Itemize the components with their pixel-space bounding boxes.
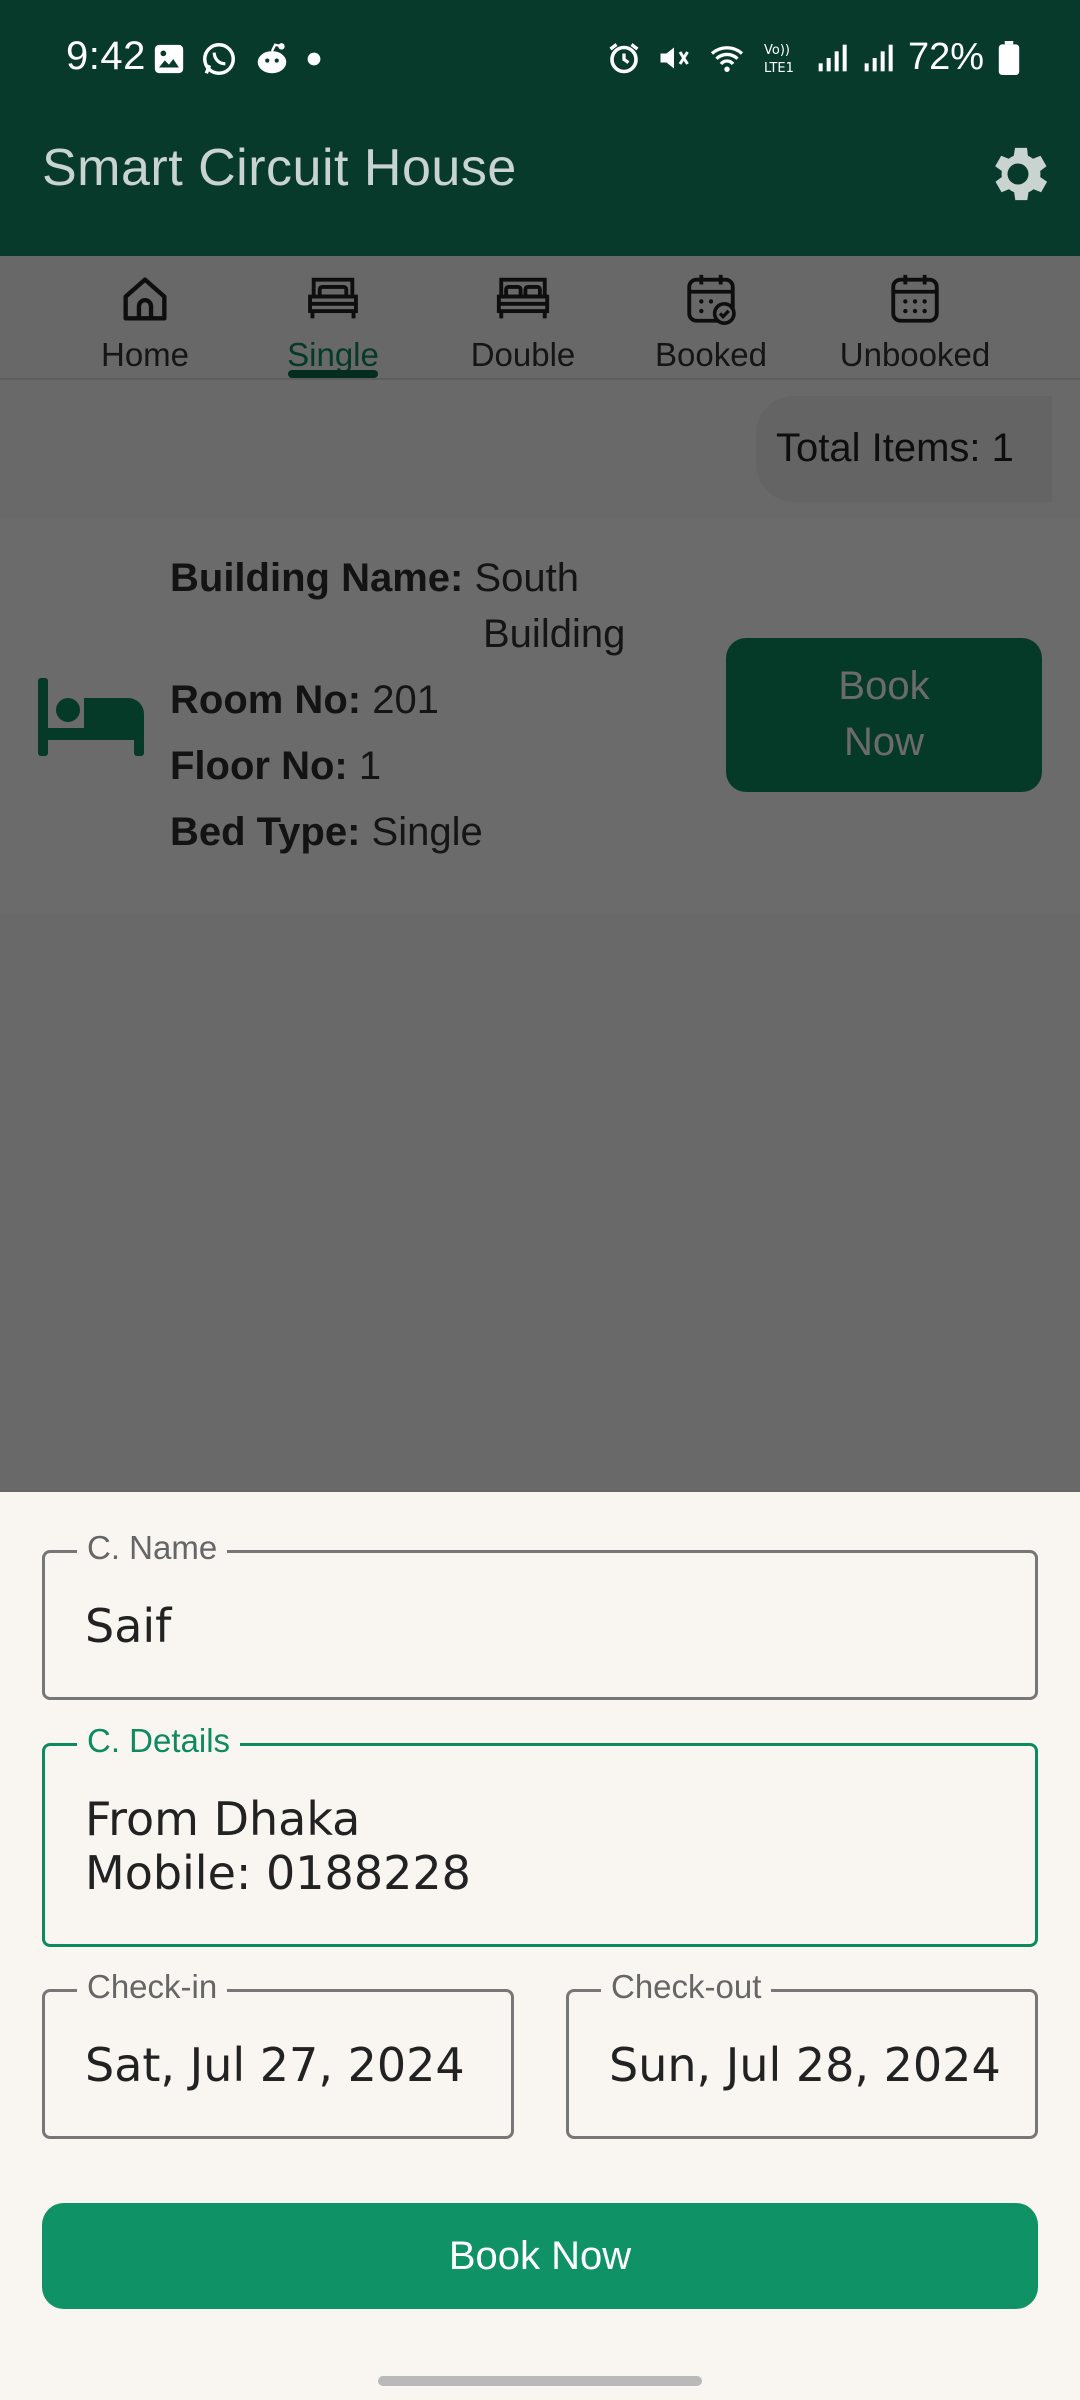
- name-field[interactable]: C. Name Saif: [42, 1529, 1038, 1700]
- tab-home[interactable]: Home: [60, 270, 230, 380]
- home-icon: [123, 277, 167, 321]
- system-icons: Vo)) LTE1 72%: [606, 36, 1020, 79]
- home-indicator[interactable]: [378, 2376, 702, 2386]
- room-row: Room No: 201: [170, 678, 439, 723]
- settings-button[interactable]: [982, 138, 1054, 210]
- mute-icon: [660, 47, 689, 68]
- room-label: Room No:: [170, 678, 362, 722]
- room-value: 201: [372, 678, 439, 722]
- tab-booked[interactable]: Booked: [626, 270, 796, 380]
- checkout-field-value: Sun, Jul 28, 2024: [609, 2038, 1001, 2092]
- checkout-field[interactable]: Check-out Sun, Jul 28, 2024: [566, 1968, 1038, 2139]
- gear-icon: [995, 147, 1048, 201]
- app-screen: 9:42 Vo)) LTE1 72% Smart Circuit House H…: [0, 0, 1080, 2400]
- tab-single[interactable]: Single: [248, 270, 418, 380]
- calendar-check-icon: [687, 274, 736, 325]
- details-line1: From Dhaka: [85, 1792, 361, 1846]
- bed-icon: [38, 678, 144, 756]
- details-field[interactable]: C. Details From Dhaka Mobile: 0188228: [42, 1722, 1038, 1947]
- whatsapp-icon: [203, 43, 235, 75]
- bed-value: Single: [371, 810, 483, 854]
- tab-label: Double: [470, 336, 576, 373]
- book-label-line1: Book: [838, 664, 930, 708]
- notification-icons: [152, 40, 322, 78]
- checkin-field[interactable]: Check-in Sat, Jul 27, 2024: [42, 1968, 514, 2139]
- app-bar: Smart Circuit House: [0, 120, 1080, 256]
- room-list: Total Items: 1 Building Name: South Buil…: [0, 380, 1080, 1490]
- svg-text:LTE1: LTE1: [764, 61, 794, 76]
- status-bar: 9:42 Vo)) LTE1 72%: [0, 0, 1080, 120]
- double-bed-icon: [496, 277, 550, 319]
- room-card: Building Name: South Building Room No: 2…: [0, 518, 1080, 914]
- details-line2: Mobile: 0188228: [85, 1846, 471, 1900]
- building-row: Building Name: South: [170, 556, 579, 601]
- signal-icon: [864, 44, 893, 71]
- checkin-field-value: Sat, Jul 27, 2024: [85, 2038, 465, 2092]
- book-label-line2: Now: [843, 720, 925, 764]
- app-title: Smart Circuit House: [42, 139, 517, 197]
- bed-label: Bed Type:: [170, 810, 361, 854]
- card-book-now-button[interactable]: Book Now: [726, 638, 1042, 792]
- total-items-label: Total Items: 1: [776, 426, 1014, 470]
- tab-unbooked[interactable]: Unbooked: [830, 270, 1000, 380]
- name-field-label: C. Name: [77, 1529, 228, 1567]
- name-field-value: Saif: [85, 1599, 172, 1653]
- dot-icon: [307, 52, 321, 66]
- active-tab-indicator: [288, 370, 378, 378]
- building-label: Building Name:: [170, 556, 464, 600]
- tab-label: Single: [287, 336, 379, 373]
- total-items-badge: Total Items: 1: [756, 396, 1052, 502]
- wifi-icon: [710, 45, 744, 72]
- calendar-icon: [891, 274, 939, 323]
- building-value-cont: Building: [483, 612, 626, 656]
- svg-text:Vo)): Vo)): [764, 43, 790, 58]
- checkin-field-label: Check-in: [77, 1968, 228, 2006]
- bed-row: Bed Type: Single: [170, 810, 483, 855]
- floor-label: Floor No:: [170, 744, 348, 788]
- details-field-label: C. Details: [77, 1722, 241, 1760]
- alarm-icon: [609, 42, 639, 73]
- checkout-field-label: Check-out: [601, 1968, 772, 2006]
- tab-label: Home: [100, 336, 190, 373]
- tab-label: Booked: [655, 336, 767, 373]
- signal-icon: [818, 44, 847, 71]
- single-bed-icon: [308, 277, 358, 319]
- tab-double[interactable]: Double: [438, 270, 608, 380]
- status-time: 9:42: [66, 34, 146, 78]
- floor-value: 1: [358, 744, 382, 788]
- booking-sheet: C. Name Saif C. Details From Dhaka Mobil…: [0, 1492, 1080, 2400]
- building-value: South: [474, 556, 579, 600]
- battery-percent: 72%: [907, 36, 984, 78]
- image-icon: [154, 44, 184, 74]
- reddit-icon: [257, 43, 287, 74]
- tab-label: Unbooked: [839, 336, 991, 373]
- submit-book-now-button[interactable]: Book Now: [42, 2203, 1038, 2309]
- volte-icon: Vo)) LTE1: [764, 43, 794, 76]
- battery-icon: [998, 40, 1020, 75]
- tab-bar: Home Single Double Booked Unbooked: [0, 256, 1080, 380]
- floor-row: Floor No: 1: [170, 744, 381, 789]
